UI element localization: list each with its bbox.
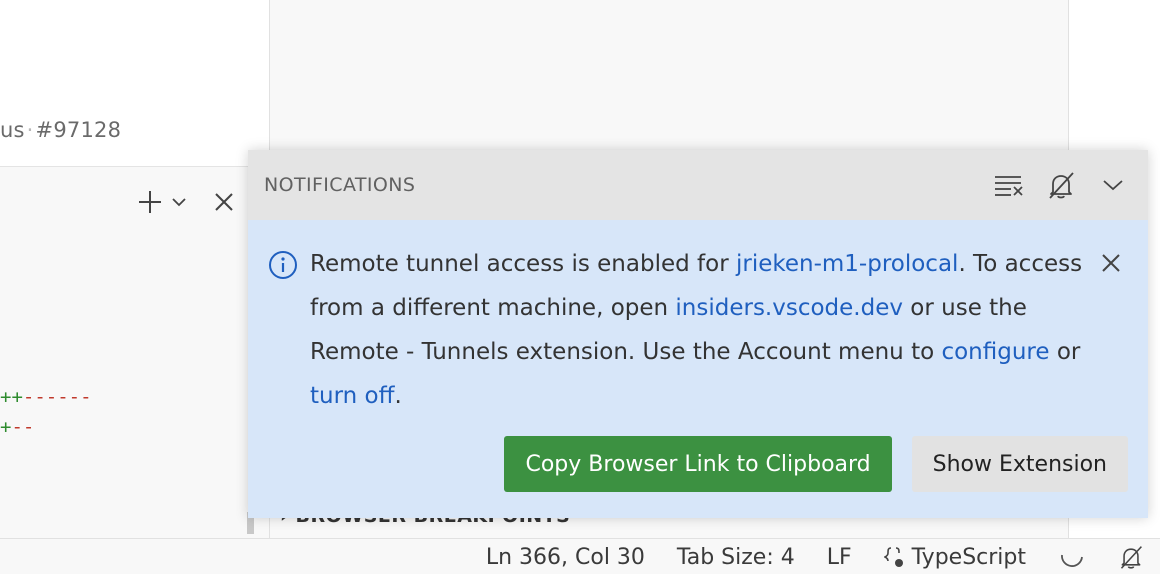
clear-all-icon[interactable] <box>990 167 1028 203</box>
notifications-bell-slash-icon[interactable] <box>1102 543 1160 571</box>
notification-message: Remote tunnel access is enabled for jrie… <box>310 242 1090 418</box>
notification-actions: Copy Browser Link to Clipboard Show Exte… <box>504 436 1128 492</box>
status-bar-right: Ln 366, Col 30 Tab Size: 4 LF TypeScript <box>470 539 1160 574</box>
bell-slash-icon[interactable] <box>1042 167 1080 203</box>
diff-added: + <box>0 416 12 438</box>
notification-center: NOTIFICATIONS Remote tunnel access is en… <box>248 150 1148 518</box>
message-text: Remote tunnel access is enabled for <box>310 251 736 277</box>
chevron-down-icon[interactable] <box>168 186 190 218</box>
diff-added: ++ <box>0 386 23 408</box>
diff-line: +-- <box>0 416 34 438</box>
issue-number: #97128 <box>35 118 122 142</box>
issue-reference: us·#97128 <box>0 118 121 142</box>
sync-spinner-icon[interactable] <box>1042 545 1102 569</box>
left-editor-pane: us·#97128 ++------ +-- <box>0 0 270 538</box>
vscode-window: us·#97128 ++------ +-- NOTIFICATIONS Rem… <box>0 0 1160 574</box>
cursor-position[interactable]: Ln 366, Col 30 <box>470 545 661 570</box>
show-extension-button[interactable]: Show Extension <box>911 436 1128 492</box>
braces-icon <box>883 547 903 567</box>
turn-off-link[interactable]: turn off <box>310 383 394 409</box>
notification-item: Remote tunnel access is enabled for jrie… <box>248 220 1148 518</box>
close-panel-icon[interactable] <box>206 186 242 218</box>
notifications-title: NOTIFICATIONS <box>264 174 416 196</box>
notification-header-actions <box>990 167 1132 203</box>
tab-size[interactable]: Tab Size: 4 <box>661 545 811 570</box>
message-text: or <box>1049 339 1081 365</box>
chevron-down-icon[interactable] <box>1094 167 1132 203</box>
insiders-link[interactable]: insiders.vscode.dev <box>675 295 903 321</box>
message-text: . <box>394 383 402 409</box>
separator-dot: · <box>26 118 34 142</box>
copy-browser-link-button[interactable]: Copy Browser Link to Clipboard <box>504 436 892 492</box>
language-label: TypeScript <box>911 544 1026 570</box>
diff-removed: ------ <box>22 386 92 408</box>
left-panel <box>0 167 269 538</box>
diff-removed: -- <box>11 416 35 438</box>
language-mode[interactable]: TypeScript <box>868 545 1042 570</box>
add-icon[interactable] <box>132 186 168 218</box>
status-bar: Ln 366, Col 30 Tab Size: 4 LF TypeScript <box>0 538 1160 574</box>
machine-name-link[interactable]: jrieken-m1-prolocal <box>736 251 958 277</box>
info-icon <box>269 251 297 279</box>
end-of-line[interactable]: LF <box>811 545 868 570</box>
notification-header: NOTIFICATIONS <box>248 150 1148 220</box>
close-notification-icon[interactable] <box>1096 248 1126 278</box>
panel-actions <box>132 186 242 218</box>
configure-link[interactable]: configure <box>941 339 1049 365</box>
issue-reference-prefix: us <box>0 118 25 142</box>
diff-line: ++------ <box>0 386 92 408</box>
